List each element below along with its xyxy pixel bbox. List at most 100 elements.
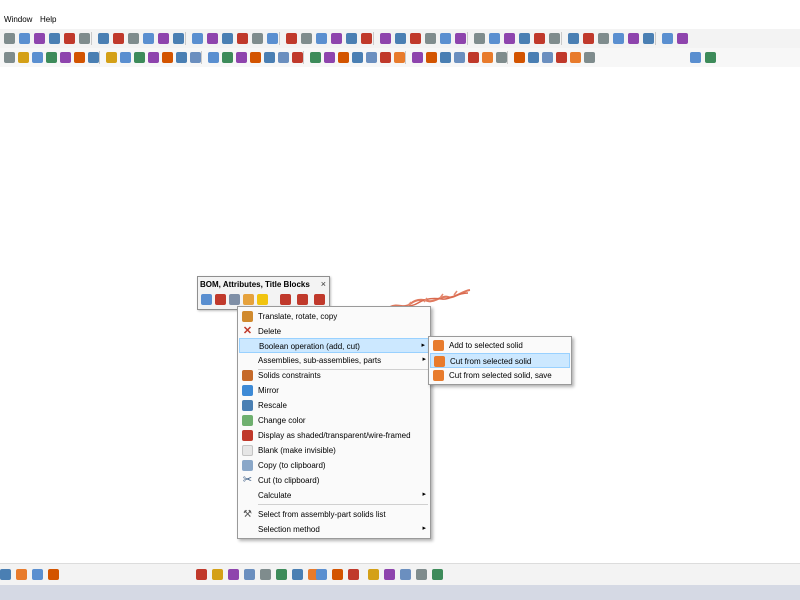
menu-item-assemblies[interactable]: Assemblies, sub-assemblies, parts ▸ bbox=[239, 353, 429, 368]
title-block-icon[interactable] bbox=[243, 294, 254, 305]
fill-icon[interactable] bbox=[257, 294, 268, 305]
toolbar-button-icon[interactable] bbox=[316, 33, 327, 44]
submenu-item-add-to-solid[interactable]: Add to selected solid bbox=[430, 338, 570, 353]
toolbar-button-icon[interactable] bbox=[504, 33, 515, 44]
toolbar-button-icon[interactable] bbox=[324, 52, 335, 63]
toolbar-button-icon[interactable] bbox=[380, 33, 391, 44]
toolbar-button-icon[interactable] bbox=[32, 52, 43, 63]
toolbar-button-icon[interactable] bbox=[440, 52, 451, 63]
toolbar-button-icon[interactable] bbox=[346, 33, 357, 44]
toolbar-button-icon[interactable] bbox=[628, 33, 639, 44]
menu-item-blank[interactable]: Blank (make invisible) bbox=[239, 443, 429, 458]
toolbar-button-icon[interactable] bbox=[120, 52, 131, 63]
toolbar-button-icon[interactable] bbox=[568, 33, 579, 44]
toolbar-button-icon[interactable] bbox=[79, 33, 90, 44]
toolbar-button-icon[interactable] bbox=[208, 52, 219, 63]
toolbar-button-icon[interactable] bbox=[264, 52, 275, 63]
toolbar-button-icon[interactable] bbox=[496, 52, 507, 63]
toolbar-button-icon[interactable] bbox=[292, 52, 303, 63]
toolbar-button-icon[interactable] bbox=[468, 52, 479, 63]
menu-item-calculate[interactable]: Calculate ▸ bbox=[239, 488, 429, 503]
menu-item-select-from-list[interactable]: ⚒ Select from assembly-part solids list bbox=[239, 507, 429, 522]
toolbar-button-icon[interactable] bbox=[380, 52, 391, 63]
toolbar-button-icon[interactable] bbox=[4, 33, 15, 44]
toolbar-button-icon[interactable] bbox=[332, 569, 343, 580]
menu-item-solids-constraints[interactable]: Solids constraints bbox=[239, 368, 429, 383]
toolbar-button-icon[interactable] bbox=[384, 569, 395, 580]
toolbar-button-icon[interactable] bbox=[212, 569, 223, 580]
table-red-icon[interactable] bbox=[280, 294, 291, 305]
menu-item-display-mode[interactable]: Display as shaded/transparent/wire-frame… bbox=[239, 428, 429, 443]
toolbar-button-icon[interactable] bbox=[128, 33, 139, 44]
toolbar-button-icon[interactable] bbox=[252, 33, 263, 44]
toolbar-button-icon[interactable] bbox=[426, 52, 437, 63]
toolbar-button-icon[interactable] bbox=[690, 52, 701, 63]
toolbar-button-icon[interactable] bbox=[310, 52, 321, 63]
toolbar-button-icon[interactable] bbox=[301, 33, 312, 44]
toolbar-button-icon[interactable] bbox=[134, 52, 145, 63]
toolbar-button-icon[interactable] bbox=[98, 33, 109, 44]
toolbar-button-icon[interactable] bbox=[278, 52, 289, 63]
toolbar-button-icon[interactable] bbox=[60, 52, 71, 63]
toolbar-button-icon[interactable] bbox=[316, 569, 327, 580]
toolbar-button-icon[interactable] bbox=[425, 33, 436, 44]
toolbar-button-icon[interactable] bbox=[570, 52, 581, 63]
toolbar-button-icon[interactable] bbox=[176, 52, 187, 63]
close-icon[interactable]: × bbox=[321, 279, 326, 289]
toolbar-button-icon[interactable] bbox=[276, 569, 287, 580]
toolbar-button-icon[interactable] bbox=[16, 569, 27, 580]
toolbar-button-icon[interactable] bbox=[366, 52, 377, 63]
menu-item-mirror[interactable]: Mirror bbox=[239, 383, 429, 398]
toolbar-button-icon[interactable] bbox=[236, 52, 247, 63]
toolbar-button-icon[interactable] bbox=[88, 52, 99, 63]
menu-item-translate-rotate-copy[interactable]: Translate, rotate, copy bbox=[239, 309, 429, 324]
toolbar-button-icon[interactable] bbox=[705, 52, 716, 63]
table-columns-icon[interactable] bbox=[297, 294, 308, 305]
submenu-item-cut-from-solid[interactable]: Cut from selected solid bbox=[430, 353, 570, 368]
toolbar-button-icon[interactable] bbox=[148, 52, 159, 63]
toolbar-button-icon[interactable] bbox=[583, 33, 594, 44]
toolbar-button-icon[interactable] bbox=[228, 569, 239, 580]
toolbar-button-icon[interactable] bbox=[250, 52, 261, 63]
toolbar-button-icon[interactable] bbox=[190, 52, 201, 63]
toolbar-button-icon[interactable] bbox=[192, 33, 203, 44]
toolbar-button-icon[interactable] bbox=[34, 33, 45, 44]
toolbar-button-icon[interactable] bbox=[534, 33, 545, 44]
toolbar-button-icon[interactable] bbox=[549, 33, 560, 44]
toolbar-button-icon[interactable] bbox=[416, 569, 427, 580]
link-icon[interactable] bbox=[229, 294, 240, 305]
toolbar-button-icon[interactable] bbox=[32, 569, 43, 580]
toolbar-button-icon[interactable] bbox=[113, 33, 124, 44]
toolbar-button-icon[interactable] bbox=[237, 33, 248, 44]
toolbar-button-icon[interactable] bbox=[662, 33, 673, 44]
toolbar-button-icon[interactable] bbox=[474, 33, 485, 44]
toolbar-button-icon[interactable] bbox=[514, 52, 525, 63]
toolbar-button-icon[interactable] bbox=[222, 52, 233, 63]
toolbar-button-icon[interactable] bbox=[432, 569, 443, 580]
toolbar-button-icon[interactable] bbox=[482, 52, 493, 63]
toolbar-button-icon[interactable] bbox=[207, 33, 218, 44]
toolbar-button-icon[interactable] bbox=[222, 33, 233, 44]
toolbar-button-icon[interactable] bbox=[584, 52, 595, 63]
toolbar-button-icon[interactable] bbox=[158, 33, 169, 44]
toolbar-button-icon[interactable] bbox=[556, 52, 567, 63]
menu-item-boolean-operation[interactable]: Boolean operation (add, cut) ▸ bbox=[239, 338, 429, 353]
toolbar-button-icon[interactable] bbox=[410, 33, 421, 44]
menu-item-change-color[interactable]: Change color bbox=[239, 413, 429, 428]
menu-window[interactable]: Window bbox=[4, 15, 32, 24]
menu-item-delete[interactable]: ✕ Delete bbox=[239, 324, 429, 339]
submenu-item-cut-from-solid-save[interactable]: Cut from selected solid, save bbox=[430, 368, 570, 383]
toolbar-button-icon[interactable] bbox=[196, 569, 207, 580]
toolbar-button-icon[interactable] bbox=[292, 569, 303, 580]
menu-help[interactable]: Help bbox=[40, 15, 56, 24]
toolbar-button-icon[interactable] bbox=[412, 52, 423, 63]
toolbar-button-icon[interactable] bbox=[143, 33, 154, 44]
toolbar-button-icon[interactable] bbox=[542, 52, 553, 63]
toolbar-button-icon[interactable] bbox=[440, 33, 451, 44]
toolbar-button-icon[interactable] bbox=[74, 52, 85, 63]
toolbar-button-icon[interactable] bbox=[395, 33, 406, 44]
menu-item-rescale[interactable]: Rescale bbox=[239, 398, 429, 413]
bom-icon[interactable] bbox=[201, 294, 212, 305]
toolbar-button-icon[interactable] bbox=[598, 33, 609, 44]
table-rows-icon[interactable] bbox=[314, 294, 325, 305]
